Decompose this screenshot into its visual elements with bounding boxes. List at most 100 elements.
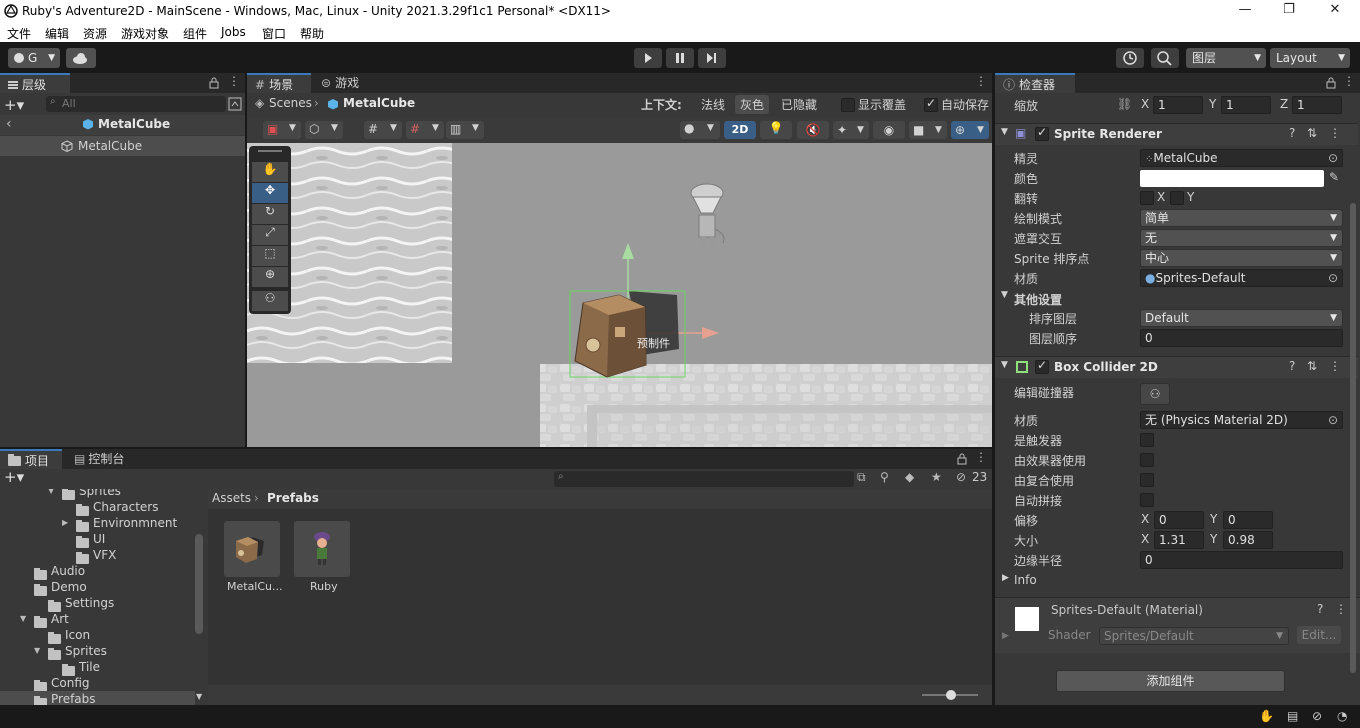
box-collider-header[interactable]: ▼ Box Collider 2D ? ⇅ ⋮ bbox=[995, 356, 1358, 378]
hand-tool-button[interactable]: ✋ bbox=[252, 162, 288, 182]
order-in-layer-field[interactable]: 0 bbox=[1140, 329, 1343, 347]
edit-collider-button[interactable]: ⚇ bbox=[1140, 383, 1170, 405]
help-icon[interactable]: ? bbox=[1317, 602, 1323, 616]
mode-hidden[interactable]: 已隐藏 bbox=[781, 96, 817, 113]
tree-folder-item[interactable]: ▼ Art bbox=[0, 611, 195, 628]
lighting-button[interactable]: 💡 bbox=[760, 121, 792, 139]
lock-icon[interactable] bbox=[956, 452, 968, 466]
search-button[interactable] bbox=[1151, 48, 1179, 68]
breadcrumb-prefab[interactable]: MetalCube bbox=[343, 96, 415, 110]
panel-menu-icon[interactable]: ⋮ bbox=[975, 74, 987, 88]
color-swatch[interactable] bbox=[1140, 170, 1324, 187]
tree-folder-item[interactable]: Characters bbox=[0, 499, 195, 516]
custom-tool-button[interactable]: ⚇ bbox=[252, 291, 288, 311]
minimize-button[interactable]: — bbox=[1230, 2, 1260, 17]
add-asset-icon[interactable]: +▾ bbox=[4, 468, 24, 486]
breadcrumb-prefabs[interactable]: Prefabs bbox=[267, 491, 319, 505]
visibility-button[interactable]: ◉ bbox=[873, 121, 905, 139]
material-field[interactable]: ●Sprites-Default ⊙ bbox=[1140, 269, 1343, 287]
info-foldout[interactable]: Info bbox=[1014, 573, 1037, 587]
add-component-button[interactable]: 添加组件 bbox=[1056, 670, 1285, 692]
transform-tool-button[interactable]: ⊕ bbox=[252, 267, 288, 287]
menu-gameobject[interactable]: 游戏对象 bbox=[121, 25, 169, 42]
inspector-scrollbar[interactable] bbox=[1350, 203, 1356, 673]
size-x-field[interactable]: 1.31 bbox=[1154, 531, 1204, 549]
offset-x-field[interactable]: 0 bbox=[1154, 511, 1204, 529]
layout-dropdown[interactable]: Layout ▼ bbox=[1270, 48, 1350, 68]
tab-console[interactable]: ▤ 控制台 bbox=[66, 449, 136, 469]
camera-dropdown[interactable]: ■ ▼ bbox=[909, 121, 947, 139]
scene-viewport[interactable]: 预制件 ✋ ✥ ↻ ⤢ ⬚ ⊕ ⚇ bbox=[247, 143, 992, 447]
foldout-arrow-icon[interactable]: ▼ bbox=[1001, 127, 1008, 137]
tree-folder-item[interactable]: Tile bbox=[0, 659, 195, 676]
sprite-renderer-enabled-checkbox[interactable] bbox=[1035, 125, 1049, 141]
lock-icon[interactable] bbox=[208, 76, 220, 90]
tab-project[interactable]: 项目 bbox=[0, 449, 62, 469]
increment-snap-dropdown[interactable]: ▥ ▼ bbox=[446, 121, 484, 139]
menu-file[interactable]: 文件 bbox=[7, 25, 31, 42]
snap-dropdown[interactable]: # ▼ bbox=[406, 121, 444, 139]
foldout-arrow-icon[interactable]: ▶ bbox=[62, 515, 68, 531]
lock-icon[interactable] bbox=[1325, 76, 1337, 90]
mode-normal[interactable]: 法线 bbox=[701, 96, 725, 113]
tree-folder-item[interactable]: UI bbox=[0, 531, 195, 548]
toggle-2d-button[interactable]: 2D bbox=[724, 121, 756, 139]
flip-x-checkbox[interactable] bbox=[1140, 191, 1154, 205]
scale-y-field[interactable]: 1 bbox=[1221, 96, 1271, 114]
component-menu-icon[interactable]: ⋮ bbox=[1335, 602, 1347, 616]
tree-folder-item[interactable]: ▼ Sprites bbox=[0, 643, 195, 660]
edge-radius-field[interactable]: 0 bbox=[1140, 551, 1343, 569]
audio-button[interactable]: 🔇 bbox=[797, 121, 829, 139]
component-menu-icon[interactable]: ⋮ bbox=[1329, 359, 1341, 373]
search-input[interactable]: ⌕ All bbox=[46, 96, 226, 112]
panel-menu-icon[interactable]: ⋮ bbox=[975, 450, 987, 464]
maximize-button[interactable]: ❐ bbox=[1274, 2, 1304, 17]
help-icon[interactable]: ? bbox=[1289, 126, 1295, 140]
tree-folder-item[interactable]: Config bbox=[0, 675, 195, 692]
sorting-layer-dropdown[interactable]: Default ▼ bbox=[1140, 309, 1343, 327]
breadcrumb-scenes[interactable]: Scenes bbox=[269, 96, 312, 110]
debug-mode-icon[interactable]: ⊘ bbox=[1312, 709, 1322, 723]
eyedropper-icon[interactable]: ✎ bbox=[1329, 170, 1339, 184]
asset-ruby[interactable] bbox=[294, 521, 350, 577]
search-by-type-icon[interactable]: ⧉ bbox=[857, 470, 866, 485]
tab-inspector[interactable]: ⓘ 检查器 bbox=[995, 73, 1075, 93]
menu-assets[interactable]: 资源 bbox=[83, 25, 107, 42]
hierarchy-item[interactable]: MetalCube bbox=[0, 136, 245, 156]
is-trigger-checkbox[interactable] bbox=[1140, 433, 1154, 447]
tree-folder-item[interactable]: ▶ Environmnent bbox=[0, 515, 195, 532]
foldout-arrow-icon[interactable]: ▼ bbox=[1001, 290, 1008, 300]
history-button[interactable] bbox=[1116, 48, 1144, 68]
autosave-checkbox[interactable] bbox=[924, 96, 938, 112]
scale-tool-button[interactable]: ⤢ bbox=[252, 225, 288, 245]
move-tool-button[interactable]: ✥ bbox=[252, 183, 288, 203]
used-by-effector-checkbox[interactable] bbox=[1140, 453, 1154, 467]
tree-folder-item[interactable]: Icon bbox=[0, 627, 195, 644]
foldout-arrow-icon[interactable]: ▶ bbox=[1002, 573, 1009, 583]
pivot-dropdown[interactable]: ⬡ ▼ bbox=[305, 121, 343, 139]
size-y-field[interactable]: 0.98 bbox=[1223, 531, 1273, 549]
tree-folder-item[interactable]: Demo bbox=[0, 579, 195, 596]
add-icon[interactable]: +▾ bbox=[4, 96, 24, 114]
scale-z-field[interactable]: 1 bbox=[1292, 96, 1342, 114]
edit-shader-button[interactable]: Edit... bbox=[1297, 626, 1341, 644]
menu-help[interactable]: 帮助 bbox=[300, 25, 324, 42]
component-menu-icon[interactable]: ⋮ bbox=[1329, 126, 1341, 140]
rect-tool-button[interactable]: ⬚ bbox=[252, 246, 288, 266]
foldout-arrow-icon[interactable]: ▶ bbox=[1002, 631, 1009, 641]
gizmos-dropdown[interactable]: ⊕ ▼ bbox=[951, 121, 989, 139]
menu-jobs[interactable]: Jobs bbox=[221, 25, 246, 39]
sort-point-dropdown[interactable]: 中心 ▼ bbox=[1140, 249, 1343, 267]
close-button[interactable]: ✕ bbox=[1320, 2, 1350, 17]
effects-dropdown[interactable]: ✦ ▼ bbox=[833, 121, 869, 139]
hidden-packages-icon[interactable]: ⊘ bbox=[956, 470, 966, 484]
tree-folder-item[interactable]: Audio bbox=[0, 563, 195, 580]
hint-icon[interactable]: ✋ bbox=[1259, 709, 1274, 723]
tab-hierarchy[interactable]: 层级 bbox=[0, 73, 70, 93]
label-icon[interactable]: ◆ bbox=[905, 470, 914, 484]
filter-type-icon[interactable]: ⚲ bbox=[880, 470, 889, 484]
preset-icon[interactable]: ⇅ bbox=[1307, 359, 1317, 373]
shading-dropdown[interactable]: ● ▼ bbox=[680, 121, 720, 139]
menu-edit[interactable]: 编辑 bbox=[45, 25, 69, 42]
step-button[interactable] bbox=[698, 48, 726, 68]
